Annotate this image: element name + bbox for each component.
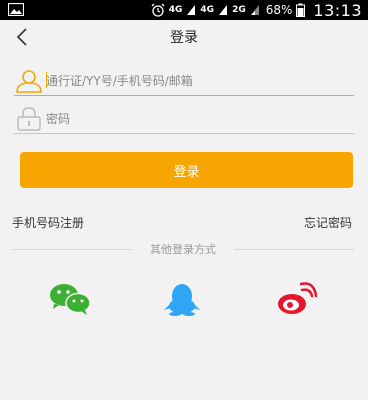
account-field[interactable] <box>14 68 354 96</box>
status-bar: 4G 4G 2G 68% 13:13 <box>0 0 368 20</box>
wechat-icon[interactable] <box>48 282 92 316</box>
password-field[interactable] <box>14 106 354 134</box>
network-label-2: 4G <box>200 4 215 15</box>
network-label-3: 2G <box>232 4 246 15</box>
clock: 13:13 <box>313 0 362 20</box>
battery-icon <box>296 3 306 17</box>
register-link[interactable]: 手机号码注册 <box>12 214 84 231</box>
signal-icon <box>250 5 259 15</box>
account-underline <box>14 95 354 96</box>
page-title: 登录 <box>170 30 198 46</box>
alarm-icon <box>151 3 165 17</box>
account-input[interactable] <box>46 71 346 91</box>
login-button[interactable]: 登录 <box>20 152 353 188</box>
divider-line-right <box>234 249 354 250</box>
signal-icon <box>219 5 228 15</box>
password-input[interactable] <box>46 109 346 129</box>
qq-icon[interactable] <box>160 282 204 316</box>
password-underline <box>14 133 354 134</box>
other-login-divider: 其他登录方式 <box>12 241 354 257</box>
nav-bar: 登录 <box>0 20 368 54</box>
lock-icon <box>17 107 41 131</box>
network-label-1: 4G <box>168 4 183 15</box>
battery-percent: 68% <box>265 3 293 17</box>
signal-icon <box>187 5 196 15</box>
forgot-password-link[interactable]: 忘记密码 <box>304 214 352 231</box>
weibo-icon[interactable] <box>274 282 318 316</box>
image-notification-icon <box>8 3 24 16</box>
user-icon <box>16 70 42 93</box>
